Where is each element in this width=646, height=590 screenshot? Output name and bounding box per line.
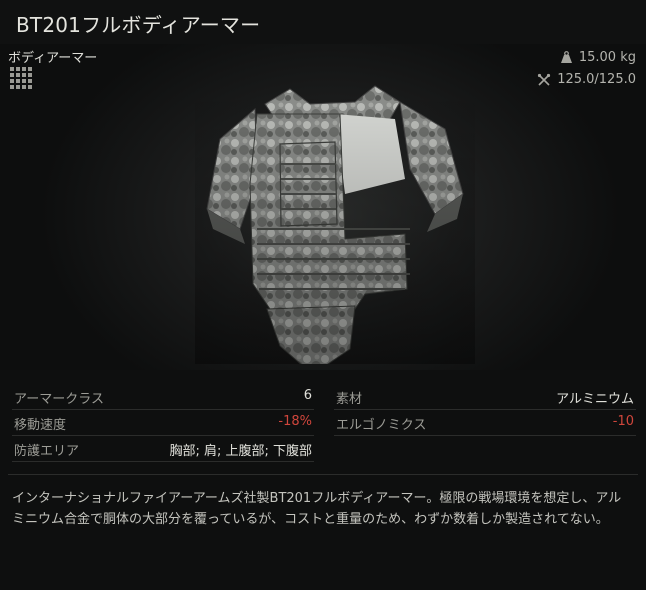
- prop-value: -10: [612, 414, 634, 429]
- prop-value: 胸部; 肩; 上腹部; 下腹部: [169, 444, 312, 459]
- wrench-icon: [538, 73, 551, 86]
- item-description: インターナショナルファイアーアームズ社製BT201フルボディアーマー。極限の戦場…: [12, 491, 622, 527]
- title-bar[interactable]: BT201フルボディアーマー: [0, 0, 646, 45]
- weight-value: 15.00 kg: [578, 50, 636, 65]
- durability-value: 125.0/125.0: [557, 72, 636, 87]
- prop-value: -18%: [278, 414, 312, 429]
- weight-stat: 15.00 kg: [560, 50, 636, 65]
- item-inspect-window: BT201フルボディアーマー ボディアーマー 15.00 kg 125.0/12…: [0, 0, 646, 590]
- item-category: ボディアーマー: [8, 51, 98, 66]
- prop-ergonomics: エルゴノミクス -10: [334, 410, 636, 436]
- body-armor-image: [195, 84, 475, 364]
- divider: [8, 474, 638, 475]
- item-preview[interactable]: ボディアーマー 15.00 kg 125.0/125.0: [0, 44, 646, 370]
- prop-label: 素材: [336, 392, 363, 407]
- prop-label: 防護エリア: [14, 444, 80, 459]
- prop-label: エルゴノミクス: [336, 418, 427, 433]
- prop-armor-class: アーマークラス 6: [12, 384, 314, 410]
- prop-value: 6: [303, 388, 312, 403]
- prop-material: 素材 アルミニウム: [334, 384, 636, 410]
- item-title: BT201フルボディアーマー: [16, 13, 261, 37]
- prop-label: アーマークラス: [14, 392, 104, 407]
- prop-movement-speed: 移動速度 -18%: [12, 410, 314, 436]
- weight-icon: [560, 51, 572, 63]
- prop-value: アルミニウム: [556, 392, 634, 407]
- durability-stat: 125.0/125.0: [537, 72, 636, 87]
- grid-icon: [10, 67, 32, 89]
- prop-protection-area: 防護エリア 胸部; 肩; 上腹部; 下腹部: [12, 436, 314, 462]
- prop-label: 移動速度: [14, 418, 67, 433]
